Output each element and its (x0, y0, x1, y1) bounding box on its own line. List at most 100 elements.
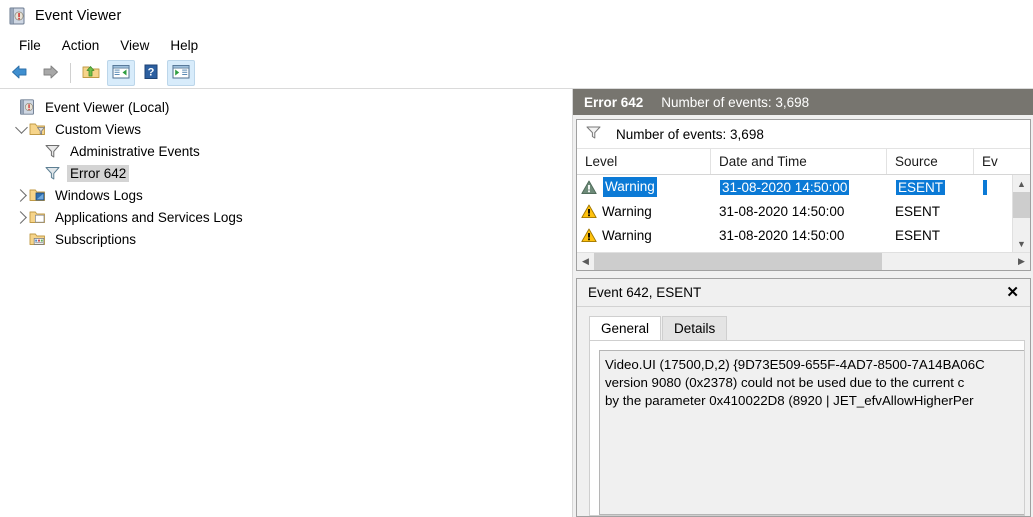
column-header-level[interactable]: Level (577, 149, 711, 174)
cell-date-time: 31-08-2020 14:50:00 (711, 180, 887, 195)
tree-item-custom-views[interactable]: Custom Views (0, 118, 572, 140)
show-hide-console-tree-button[interactable] (107, 60, 135, 86)
scroll-down-arrow-icon[interactable]: ▼ (1013, 235, 1030, 252)
tab-details[interactable]: Details (662, 316, 727, 340)
pane-header: Error 642 Number of events: 3,698 (573, 89, 1033, 115)
table-row[interactable]: Warning 31-08-2020 14:50:00 ESENT (577, 223, 1030, 247)
show-hide-action-pane-button[interactable] (167, 60, 195, 86)
horizontal-scroll-thumb[interactable] (594, 253, 882, 270)
event-list-vertical-scrollbar[interactable]: ▲ ▼ (1012, 175, 1030, 252)
cell-source: ESENT (887, 180, 974, 195)
cell-date-time: 31-08-2020 14:50:00 (711, 204, 887, 219)
window-title: Event Viewer (35, 8, 121, 24)
warning-icon (581, 180, 597, 195)
cell-source-text: ESENT (895, 228, 940, 243)
warning-icon (581, 228, 597, 243)
toolbar: ? (0, 58, 1033, 89)
cell-level: Warning (577, 228, 711, 243)
column-header-source[interactable]: Source (887, 149, 974, 174)
cell-level-text: Warning (603, 177, 657, 197)
app-services-folder-icon (29, 209, 46, 225)
cell-date-time-text: 31-08-2020 14:50:00 (719, 252, 844, 253)
table-row[interactable]: Warning 31-08-2020 14:50:00 ESENT (577, 247, 1030, 252)
scroll-up-arrow-icon[interactable]: ▲ (1013, 175, 1030, 192)
cell-source: ESENT (887, 204, 974, 219)
help-button[interactable]: ? (137, 60, 165, 86)
back-arrow-icon (10, 64, 30, 83)
event-list-filter-row[interactable]: Number of events: 3,698 (577, 120, 1030, 149)
cell-date-time-text: 31-08-2020 14:50:00 (719, 228, 844, 243)
back-button[interactable] (6, 60, 34, 86)
cell-level-text: Warning (602, 252, 652, 253)
tree-item-label: Subscriptions (52, 231, 139, 248)
tree-item-subscriptions[interactable]: Subscriptions (0, 228, 572, 250)
console-tree-pane: Event Viewer (Local) Custom Views Admini… (0, 89, 573, 517)
cell-level: Warning (577, 252, 711, 253)
event-list: Number of events: 3,698 Level Date and T… (576, 119, 1031, 271)
scroll-left-arrow-icon[interactable]: ◀ (577, 253, 594, 270)
tree-item-windows-logs[interactable]: Windows Logs (0, 184, 572, 206)
twisty-collapsed-icon[interactable] (14, 191, 29, 200)
menu-action[interactable]: Action (53, 36, 109, 55)
tree-item-label: Custom Views (52, 121, 144, 138)
menu-file[interactable]: File (10, 36, 50, 55)
event-list-horizontal-scrollbar[interactable]: ◀ ▶ (577, 252, 1030, 270)
windows-logs-folder-icon (29, 187, 46, 203)
tree-item-administrative-events[interactable]: Administrative Events (0, 140, 572, 162)
twisty-expanded-icon[interactable] (14, 123, 29, 135)
cell-date-time: 31-08-2020 14:50:00 (711, 228, 887, 243)
cell-date-time: 31-08-2020 14:50:00 (711, 252, 887, 253)
event-detail-panel: Event 642, ESENT ✕ General Details Video… (576, 278, 1031, 517)
tree-item-label: Windows Logs (52, 187, 146, 204)
subscriptions-icon (29, 231, 46, 247)
action-pane-icon (171, 63, 191, 83)
cell-level-text: Warning (602, 228, 652, 243)
tab-panel-general: Video.UI (17500,D,2) {9D73E509-655F-4AD7… (589, 340, 1025, 516)
cell-source-text: ESENT (895, 204, 940, 219)
cell-level: Warning (577, 177, 711, 197)
cell-event-id-text (983, 180, 987, 195)
tab-general[interactable]: General (589, 316, 661, 340)
event-viewer-icon (19, 99, 36, 115)
cell-source-text: ESENT (896, 180, 945, 195)
filter-funnel-icon (44, 165, 61, 181)
warning-icon (581, 204, 597, 219)
table-row[interactable]: Warning 31-08-2020 14:50:00 ESENT (577, 175, 1030, 199)
main-area: Event Viewer (Local) Custom Views Admini… (0, 89, 1033, 517)
table-row[interactable]: Warning 31-08-2020 14:50:00 ESENT (577, 199, 1030, 223)
tree-item-error-642[interactable]: Error 642 (0, 162, 572, 184)
vertical-scroll-thumb[interactable] (1013, 192, 1030, 218)
description-line: by the parameter 0x410022D8 (8920 | JET_… (605, 392, 1024, 410)
column-header-event-id[interactable]: Ev (974, 149, 1024, 174)
event-detail-tabs: General Details (577, 315, 1030, 340)
filter-funnel-icon (44, 143, 61, 159)
tree-item-label: Applications and Services Logs (52, 209, 246, 226)
tree-item-applications-and-services-logs[interactable]: Applications and Services Logs (0, 206, 572, 228)
cell-date-time-text: 31-08-2020 14:50:00 (720, 180, 849, 195)
menu-view[interactable]: View (111, 36, 158, 55)
close-icon[interactable]: ✕ (1003, 283, 1022, 302)
tree-item-event-viewer-local[interactable]: Event Viewer (Local) (0, 96, 572, 118)
event-details-pane: Error 642 Number of events: 3,698 Number… (573, 89, 1033, 517)
tree-item-label: Administrative Events (67, 143, 203, 160)
event-description-box[interactable]: Video.UI (17500,D,2) {9D73E509-655F-4AD7… (599, 350, 1024, 515)
cell-level-text: Warning (602, 204, 652, 219)
menu-help[interactable]: Help (161, 36, 207, 55)
description-line: Video.UI (17500,D,2) {9D73E509-655F-4AD7… (605, 356, 1024, 374)
scroll-right-arrow-icon[interactable]: ▶ (1013, 253, 1030, 270)
tree-item-label: Error 642 (67, 165, 129, 182)
filter-funnel-icon (585, 125, 602, 143)
event-list-header: Level Date and Time Source Ev (577, 149, 1030, 175)
twisty-collapsed-icon[interactable] (14, 213, 29, 222)
forward-arrow-icon (40, 64, 60, 83)
forward-button[interactable] (36, 60, 64, 86)
custom-views-folder-icon (29, 121, 46, 137)
up-one-level-button[interactable] (77, 60, 105, 86)
cell-source: ESENT (887, 252, 974, 253)
console-tree-icon (111, 63, 131, 83)
svg-text:?: ? (148, 67, 155, 79)
cell-date-time-text: 31-08-2020 14:50:00 (719, 204, 844, 219)
pane-header-subtitle: Number of events: 3,698 (661, 95, 809, 110)
event-list-body: Warning 31-08-2020 14:50:00 ESENT (577, 175, 1030, 252)
column-header-date-and-time[interactable]: Date and Time (711, 149, 887, 174)
